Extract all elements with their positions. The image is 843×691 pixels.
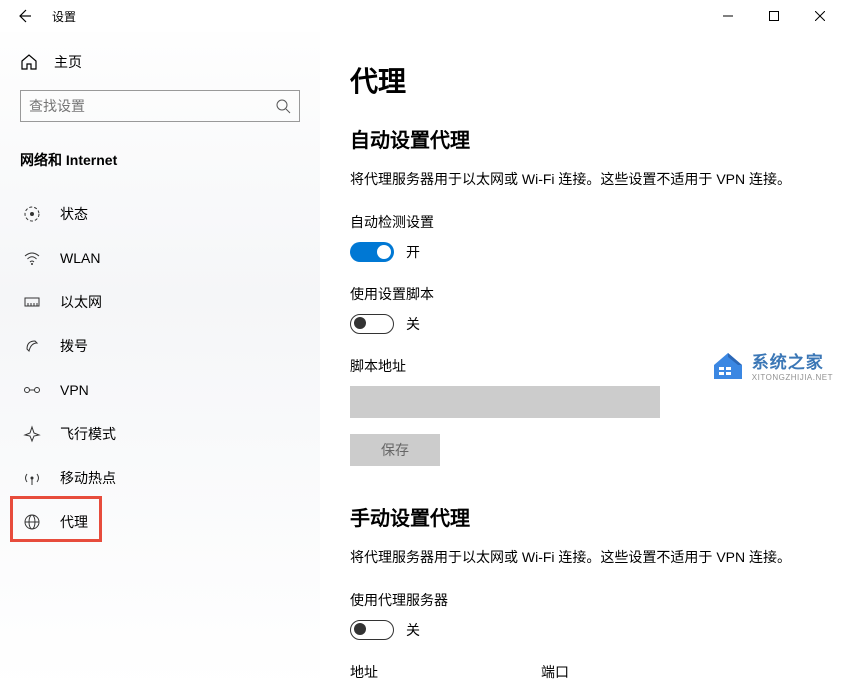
wifi-icon (22, 248, 42, 268)
hotspot-icon (22, 468, 42, 488)
sidebar-item-proxy[interactable]: 代理 (20, 500, 300, 544)
manual-description: 将代理服务器用于以太网或 Wi-Fi 连接。这些设置不适用于 VPN 连接。 (350, 547, 813, 568)
search-icon (275, 98, 291, 114)
search-input[interactable] (29, 98, 275, 114)
sidebar: 主页 网络和 Internet 状态 WLAN 以太网 (0, 32, 320, 691)
sidebar-item-label: 飞行模式 (60, 424, 116, 444)
sidebar-item-dialup[interactable]: 拨号 (20, 324, 300, 368)
detect-toggle-row: 开 (350, 242, 813, 262)
use-proxy-toggle[interactable] (350, 620, 394, 640)
auto-description: 将代理服务器用于以太网或 Wi-Fi 连接。这些设置不适用于 VPN 连接。 (350, 169, 813, 190)
page-title: 代理 (350, 60, 813, 100)
detect-label: 自动检测设置 (350, 212, 813, 232)
addr-label: 地址 (350, 662, 515, 682)
script-state: 关 (406, 314, 420, 334)
titlebar: 设置 (0, 0, 843, 32)
script-addr-input (350, 386, 660, 418)
manual-heading: 手动设置代理 (350, 502, 813, 531)
sidebar-item-label: VPN (60, 382, 89, 398)
detect-toggle[interactable] (350, 242, 394, 262)
globe-icon (22, 512, 42, 532)
sidebar-item-label: 代理 (60, 512, 88, 532)
sidebar-item-hotspot[interactable]: 移动热点 (20, 456, 300, 500)
sidebar-item-airplane[interactable]: 飞行模式 (20, 412, 300, 456)
ethernet-icon (22, 292, 42, 312)
script-label: 使用设置脚本 (350, 284, 813, 304)
sidebar-item-wlan[interactable]: WLAN (20, 236, 300, 280)
window-controls (705, 0, 843, 32)
vpn-icon (22, 380, 42, 400)
detect-state: 开 (406, 242, 420, 262)
search-box[interactable] (20, 90, 300, 122)
sidebar-item-ethernet[interactable]: 以太网 (20, 280, 300, 324)
section-title: 网络和 Internet (20, 150, 300, 170)
sidebar-item-label: WLAN (60, 250, 100, 266)
home-label: 主页 (54, 52, 82, 72)
sidebar-item-label: 拨号 (60, 336, 88, 356)
sidebar-item-label: 移动热点 (60, 468, 116, 488)
home-link[interactable]: 主页 (20, 52, 300, 72)
auto-heading: 自动设置代理 (350, 124, 813, 153)
use-proxy-state: 关 (406, 620, 420, 640)
save-button: 保存 (350, 434, 440, 466)
watermark-text: 系统之家 (752, 348, 833, 373)
status-icon (22, 204, 42, 224)
close-button[interactable] (797, 0, 843, 32)
airplane-icon (22, 424, 42, 444)
dialup-icon (22, 336, 42, 356)
port-label: 端口 (541, 662, 636, 682)
use-proxy-label: 使用代理服务器 (350, 590, 813, 610)
sidebar-item-vpn[interactable]: VPN (20, 368, 300, 412)
minimize-button[interactable] (705, 0, 751, 32)
sidebar-item-label: 以太网 (60, 292, 102, 312)
back-button[interactable] (8, 0, 40, 32)
sidebar-item-label: 状态 (60, 204, 88, 224)
watermark-logo-icon (710, 349, 746, 381)
use-proxy-toggle-row: 关 (350, 620, 813, 640)
script-toggle-row: 关 (350, 314, 813, 334)
script-toggle[interactable] (350, 314, 394, 334)
watermark: 系统之家 XITONGZHIJIA.NET (710, 348, 833, 382)
window-title: 设置 (52, 8, 76, 25)
home-icon (20, 53, 38, 71)
sidebar-item-status[interactable]: 状态 (20, 192, 300, 236)
content-panel: 代理 自动设置代理 将代理服务器用于以太网或 Wi-Fi 连接。这些设置不适用于… (320, 32, 843, 691)
watermark-subtext: XITONGZHIJIA.NET (752, 373, 833, 382)
maximize-button[interactable] (751, 0, 797, 32)
